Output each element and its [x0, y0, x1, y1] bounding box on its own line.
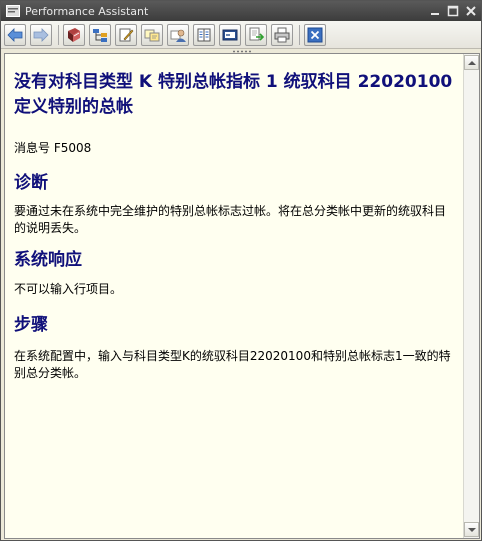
glossary-icon[interactable] — [193, 23, 215, 46]
section-text-system-response: 不可以输入行项目。 — [14, 282, 123, 296]
toolbar — [1, 21, 481, 49]
user-icon[interactable] — [167, 23, 189, 46]
display-icon[interactable] — [219, 23, 241, 46]
scroll-down-icon[interactable] — [464, 522, 479, 537]
edit-icon[interactable] — [115, 23, 137, 46]
window-title: Performance Assistant — [25, 4, 149, 18]
structure-icon[interactable] — [89, 23, 111, 46]
section-text-diagnosis: 要通过未在系统中完全维护的特别总帐标志过帐。将在总分类帐中更新的统驭科目的说明丢… — [14, 204, 447, 235]
toolbar-separator — [58, 24, 59, 45]
help-content-frame: 没有对科目类型 K 特别总帐指标 1 统驭科目 22020100 定义特别的总帐… — [4, 53, 480, 539]
close-icon[interactable] — [304, 23, 326, 46]
section-heading-procedure: 步骤 — [14, 315, 48, 335]
section-heading-diagnosis: 诊断 — [14, 173, 48, 193]
help-document: 没有对科目类型 K 特别总帐指标 1 统驭科目 22020100 定义特别的总帐… — [5, 54, 464, 538]
toolbar-separator — [299, 24, 300, 45]
maximize-icon[interactable] — [445, 3, 461, 19]
section-heading-system-response: 系统响应 — [14, 250, 82, 270]
close-window-icon[interactable] — [463, 3, 479, 19]
section-text-procedure: 在系统配置中，输入与科目类型K的统驭科目22020100和特别总帐标志1一致的特… — [14, 349, 451, 380]
note-icon[interactable] — [141, 23, 163, 46]
app-icon — [6, 5, 20, 17]
book-icon[interactable] — [63, 23, 85, 46]
export-icon[interactable] — [245, 23, 267, 46]
title-bar[interactable]: Performance Assistant — [1, 1, 481, 21]
minimize-icon[interactable] — [427, 3, 443, 19]
page-title: 没有对科目类型 K 特别总帐指标 1 统驭科目 22020100 定义特别的总帐 — [14, 72, 453, 117]
forward-icon[interactable] — [30, 23, 52, 46]
print-icon[interactable] — [271, 23, 293, 46]
scroll-up-icon[interactable] — [464, 55, 479, 70]
vertical-scrollbar[interactable] — [463, 54, 479, 538]
performance-assistant-window: Performance Assistant 没有对科目类型 K 特别总帐指标 1… — [0, 0, 482, 541]
back-icon[interactable] — [4, 23, 26, 46]
message-number: 消息号 F5008 — [14, 141, 92, 155]
